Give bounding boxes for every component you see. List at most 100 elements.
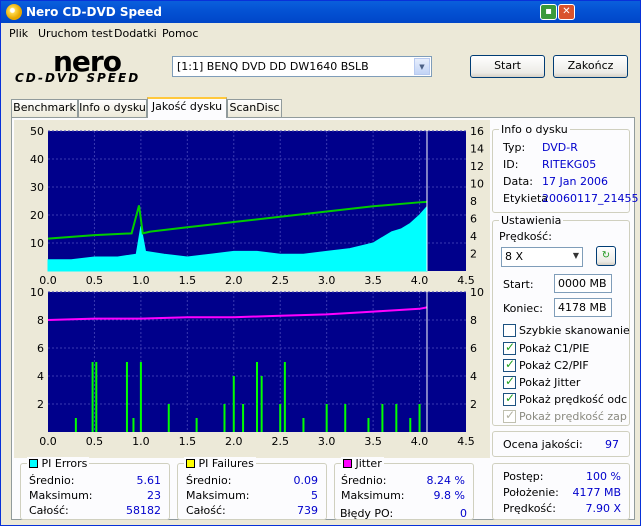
x-tick-label-0: 3.5 — [364, 274, 382, 287]
menu-help[interactable]: Pomoc — [162, 27, 198, 40]
show-c2-checkbox[interactable] — [503, 357, 516, 372]
chart-area: 0.0 0.5 1.0 1.5 2.0 2.5 3.0 3.5 4.0 4.5 10 20 30 40 50… — [14, 120, 490, 458]
pi-errors-total-value: 58182 — [126, 504, 161, 517]
tab-disc-info[interactable]: Info o dysku — [78, 99, 147, 117]
quality-score-label: Ocena jakości: — [503, 438, 583, 451]
end-label: Koniec: — [503, 302, 543, 315]
disc-label-value: 20060117_21455 — [542, 192, 639, 205]
jitter-title: Jitter — [341, 457, 384, 470]
stop-button[interactable]: Zakończ — [553, 55, 628, 78]
jitter-avg-value: 8.24 % — [426, 474, 465, 487]
pi-failure-bar — [74, 418, 77, 432]
y-left-tick-label-0: 10 — [30, 237, 44, 250]
y-right-tick-label-0: 6 — [470, 213, 477, 226]
chevron-down-icon: ▼ — [572, 251, 579, 260]
start-button[interactable]: Start — [470, 55, 545, 78]
menu-file[interactable]: Plik — [9, 27, 28, 40]
minimize-button[interactable]: ▪ — [540, 4, 557, 20]
x-tick-label-0: 1.5 — [179, 274, 197, 287]
disc-id-value: RITEKG05 — [542, 158, 597, 171]
disc-type-label: Typ: — [503, 141, 526, 154]
y-right-tick-label-1: 4 — [470, 370, 477, 383]
pi-failure-bar — [139, 362, 142, 432]
tab-disc-quality[interactable]: Jakość dysku — [147, 97, 227, 118]
pi-failure-bar — [242, 404, 245, 432]
speed-select[interactable]: 8 X ▼ — [501, 247, 583, 267]
pi-failure-bar — [302, 418, 305, 432]
show-write-speed-checkbox — [503, 408, 516, 423]
y-right-tick-label-0: 8 — [470, 195, 477, 208]
tab-benchmark[interactable]: Benchmark — [11, 99, 78, 117]
pi-errors-max-value: 23 — [147, 489, 161, 502]
show-c1-checkbox[interactable] — [503, 340, 516, 355]
pi-failure-bar — [344, 404, 347, 432]
y-right-tick-label-0: 10 — [470, 178, 484, 191]
pi-failures-avg-label: Średnio: — [186, 474, 232, 487]
close-button[interactable]: ✕ — [558, 4, 575, 20]
y-right-tick-label-0: 2 — [470, 248, 477, 261]
x-tick-label-1: 4.0 — [411, 435, 429, 448]
x-tick-label-0: 2.0 — [225, 274, 243, 287]
menu-run-test[interactable]: Uruchom test — [38, 27, 113, 40]
pi-failure-bar — [95, 362, 98, 432]
y-right-tick-label-0: 16 — [470, 125, 484, 138]
start-label: Start: — [503, 278, 534, 291]
pi-failure-bar — [195, 418, 198, 432]
pi-failure-bar — [395, 404, 398, 432]
title-bar: Nero CD-DVD Speed ▪ ✕ — [1, 1, 640, 23]
tab-scandisc[interactable]: ScanDisc — [227, 99, 282, 117]
pi-failure-bar — [132, 418, 135, 432]
refresh-speed-button[interactable]: ↻ — [596, 246, 616, 266]
pi-failures-total-value: 739 — [297, 504, 318, 517]
y-left-tick-label-1: 10 — [30, 286, 44, 299]
show-read-speed-label: Pokaż prędkość odczy — [519, 393, 627, 406]
x-tick-label-1: 4.5 — [457, 435, 475, 448]
y-left-tick-label-1: 6 — [37, 342, 44, 355]
end-input[interactable]: 4178 MB — [554, 298, 612, 317]
x-tick-label-0: 4.0 — [411, 274, 429, 287]
show-jitter-checkbox[interactable] — [503, 374, 516, 389]
pi-failure-bar — [260, 376, 263, 432]
refresh-icon: ↻ — [601, 250, 611, 261]
y-left-tick-label-1: 4 — [37, 370, 44, 383]
pi-failures-title: PI Failures — [184, 457, 256, 470]
y-right-tick-label-0: 4 — [470, 230, 477, 243]
speed-readout-label: Prędkość: — [503, 502, 556, 515]
menu-extras[interactable]: Dodatki — [114, 27, 157, 40]
show-read-speed-checkbox[interactable] — [503, 391, 516, 406]
show-c1-label: Pokaż C1/PIE — [519, 342, 590, 355]
show-jitter-label: Pokaż Jitter — [519, 376, 581, 389]
show-write-speed-label: Pokaż prędkość zapisu — [519, 410, 627, 423]
y-right-tick-label-0: 14 — [470, 143, 484, 156]
speed-readout-value: 7.90 X — [585, 502, 621, 515]
start-input[interactable]: 0000 MB — [554, 274, 612, 293]
y-right-tick-label-1: 2 — [470, 398, 477, 411]
pi-failure-bar — [381, 404, 384, 432]
y-right-tick-label-1: 6 — [470, 342, 477, 355]
y-left-tick-label-0: 30 — [30, 181, 44, 194]
drive-select[interactable]: [1:1] BENQ DVD DD DW1640 BSLB ▼ — [172, 56, 432, 77]
pi-failures-title-text: PI Failures — [198, 457, 254, 470]
y-right-tick-label-1: 10 — [470, 286, 484, 299]
quick-scan-checkbox[interactable] — [503, 324, 516, 337]
speed-label: Prędkość: — [499, 230, 552, 243]
pi-failures-group: PI Failures Średnio: 0.09 Maksimum: 5 Ca… — [177, 457, 327, 520]
pi-failures-max-value: 5 — [311, 489, 318, 502]
pi-failure-bar — [256, 362, 258, 432]
pi-errors-avg-label: Średnio: — [29, 474, 75, 487]
x-tick-label-1: 3.5 — [364, 435, 382, 448]
pi-failure-bar — [232, 376, 235, 432]
nero-logo: nero CD-DVD SPEED — [11, 45, 161, 87]
jitter-max-value: 9.8 % — [433, 489, 465, 502]
quality-score-value: 97 — [605, 438, 619, 451]
pi-errors-group: PI Errors Średnio: 5.61 Maksimum: 23 Cał… — [20, 457, 170, 520]
jitter-max-label: Maksimum: — [341, 489, 405, 502]
chevron-down-icon[interactable]: ▼ — [414, 58, 430, 75]
x-tick-label-1: 1.0 — [132, 435, 150, 448]
pi-failure-bar — [325, 404, 328, 432]
pi-failure-bar — [409, 418, 412, 432]
pi-failure-bar — [223, 404, 226, 432]
disc-id-label: ID: — [503, 158, 519, 171]
disc-quality-panel: 0.0 0.5 1.0 1.5 2.0 2.5 3.0 3.5 4.0 4.5 10 20 30 40 50… — [11, 117, 639, 520]
y-left-tick-label-1: 8 — [37, 314, 44, 327]
